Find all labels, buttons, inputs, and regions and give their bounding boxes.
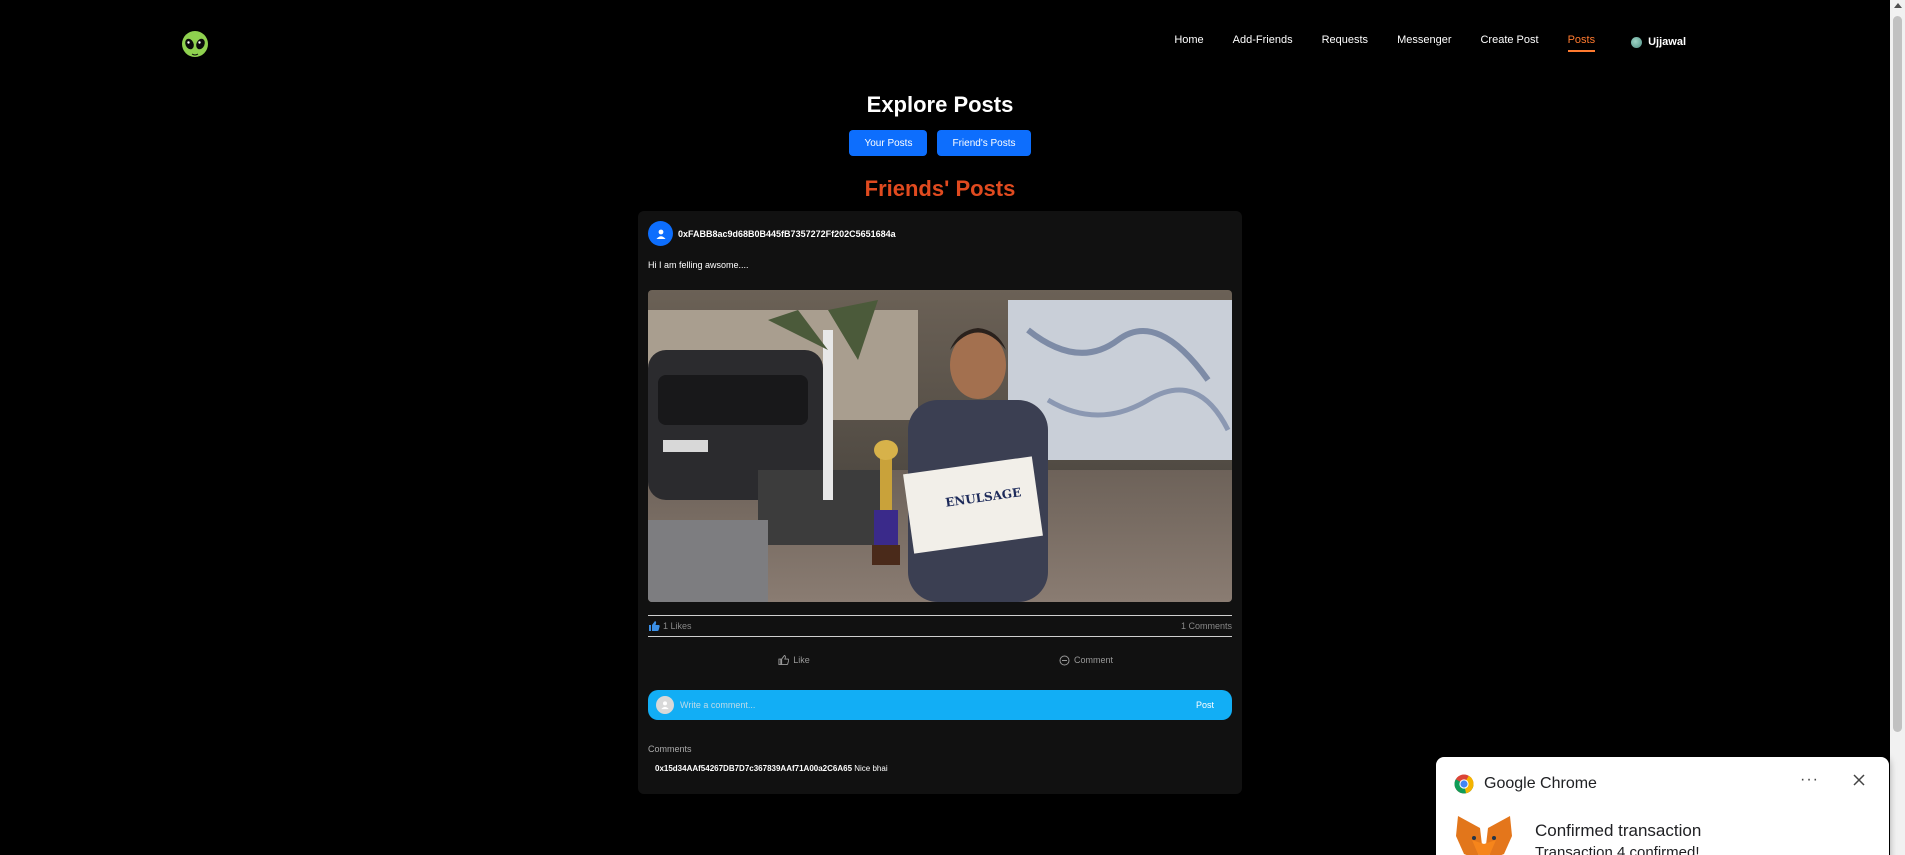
commenter-avatar xyxy=(656,696,674,714)
notification-app-name: Google Chrome xyxy=(1484,775,1597,792)
thumbs-up-icon xyxy=(778,655,790,665)
more-options-icon[interactable]: ··· xyxy=(1800,771,1819,789)
scroll-thumb[interactable] xyxy=(1893,16,1902,732)
metamask-fox-icon xyxy=(1456,816,1512,855)
scroll-up-arrow-icon[interactable] xyxy=(1894,3,1902,8)
author-avatar xyxy=(648,221,673,246)
comment-composer: Post xyxy=(648,690,1232,720)
comment-input[interactable] xyxy=(674,700,1190,710)
comment-label: Comment xyxy=(1073,655,1113,665)
page: Home Add-Friends Requests Messenger Crea… xyxy=(0,0,1905,855)
user-avatar-icon xyxy=(1631,36,1643,48)
user-icon xyxy=(661,701,669,710)
comment-text: Nice bhai xyxy=(854,764,888,773)
user-name: Ujjawal xyxy=(1648,36,1686,48)
post-author[interactable]: 0xFABB8ac9d68B0B445fB7357272Ff202C565168… xyxy=(648,221,896,246)
nav-create-post[interactable]: Create Post xyxy=(1480,34,1538,50)
close-icon[interactable] xyxy=(1851,772,1867,788)
notification-header: Google Chrome xyxy=(1454,774,1597,794)
notification-body: Transaction 4 confirmed! xyxy=(1535,844,1700,855)
post-filter-buttons: Your Posts Friend's Posts xyxy=(0,130,1880,156)
post-comment-button[interactable]: Post xyxy=(1190,699,1220,711)
post-text: Hi I am felling awsome.... xyxy=(648,260,749,270)
post-photo[interactable]: ENULSAGE xyxy=(648,290,1232,602)
like-button[interactable]: Like xyxy=(648,651,940,669)
nav-home[interactable]: Home xyxy=(1174,34,1203,50)
nav-add-friends[interactable]: Add-Friends xyxy=(1233,34,1293,50)
main-nav: Home Add-Friends Requests Messenger Crea… xyxy=(1145,34,1686,52)
friends-posts-button[interactable]: Friend's Posts xyxy=(937,130,1031,156)
your-posts-button[interactable]: Your Posts xyxy=(849,130,928,156)
notification-title: Confirmed transaction xyxy=(1535,821,1702,840)
post-stats: 1 Likes 1 Comments xyxy=(648,615,1232,637)
comment-button[interactable]: Comment xyxy=(940,651,1232,669)
user-icon xyxy=(656,229,665,239)
section-title: Friends' Posts xyxy=(864,176,1016,201)
comment-item: 0x15d34AAf54267DB7D7c367839AAf71A00a2C6A… xyxy=(655,764,888,773)
chrome-notification[interactable]: Google Chrome ··· Confirmed transaction … xyxy=(1436,757,1889,855)
nav-messenger[interactable]: Messenger xyxy=(1397,34,1451,50)
page-scrollbar[interactable] xyxy=(1890,0,1905,855)
likes-count[interactable]: 1 Likes xyxy=(648,621,692,631)
post-card: 0xFABB8ac9d68B0B445fB7357272Ff202C565168… xyxy=(638,211,1242,794)
comments-heading: Comments xyxy=(648,744,692,754)
like-label: Like xyxy=(793,655,810,665)
alien-logo-icon[interactable] xyxy=(180,30,210,62)
nav-posts[interactable]: Posts xyxy=(1567,34,1595,52)
comment-author: 0x15d34AAf54267DB7D7c367839AAf71A00a2C6A… xyxy=(655,764,853,773)
chrome-icon xyxy=(1454,774,1474,794)
post-actions: Like Comment xyxy=(648,651,1232,669)
nav-requests[interactable]: Requests xyxy=(1322,34,1368,50)
page-title: Explore Posts xyxy=(866,92,1014,117)
likes-text: 1 Likes xyxy=(663,621,692,631)
comment-icon xyxy=(1059,655,1070,665)
like-reaction-icon xyxy=(649,621,660,631)
user-menu[interactable]: Ujjawal xyxy=(1631,36,1686,48)
comments-count[interactable]: 1 Comments xyxy=(1181,621,1232,631)
author-address: 0xFABB8ac9d68B0B445fB7357272Ff202C565168… xyxy=(678,228,896,239)
